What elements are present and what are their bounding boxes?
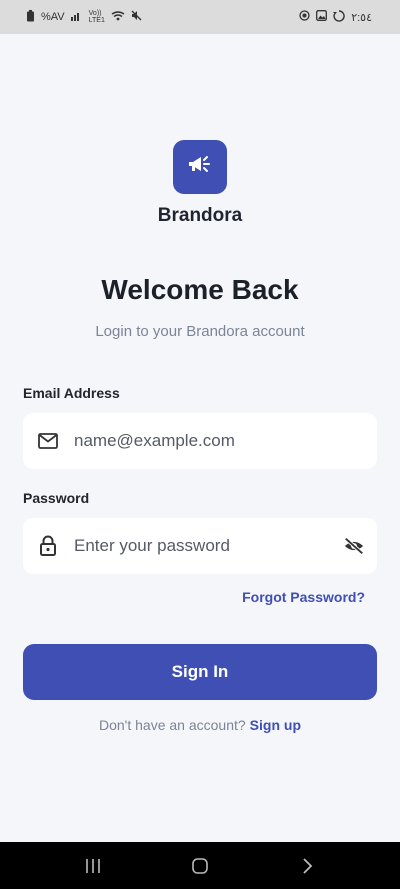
network-type: Vo)) LTE1 (88, 10, 105, 24)
lock-icon (37, 535, 59, 557)
page-title: Welcome Back (101, 274, 299, 305)
password-label: Password (23, 490, 90, 506)
chevron-right-icon (303, 857, 312, 874)
status-bar: %AV Vo)) LTE1 ٢:٥٤ (0, 0, 400, 34)
mute-icon (131, 10, 142, 24)
home-button[interactable] (180, 846, 220, 886)
wifi-icon (111, 10, 125, 24)
login-screen: Brandora Welcome Back Login to your Bran… (0, 34, 400, 842)
sync-icon (333, 9, 345, 25)
app-logo (173, 140, 227, 194)
clock-time: ٢:٥٤ (351, 11, 372, 24)
status-left: %AV Vo)) LTE1 (26, 10, 142, 24)
password-input[interactable] (74, 536, 343, 556)
record-icon (299, 10, 310, 24)
megaphone-icon (186, 153, 214, 182)
email-field[interactable] (23, 413, 377, 469)
forgot-password-link[interactable]: Forgot Password? (242, 589, 365, 605)
email-input[interactable] (74, 431, 365, 451)
sign-up-link[interactable]: Sign up (250, 717, 301, 733)
system-nav-bar (0, 842, 400, 889)
eye-off-icon[interactable] (343, 535, 365, 557)
recent-apps-button[interactable] (73, 846, 113, 886)
battery-percent: %AV (41, 11, 65, 23)
page-subtitle: Login to your Brandora account (95, 323, 305, 340)
status-right: ٢:٥٤ (299, 9, 372, 25)
sign-in-button[interactable]: Sign In (23, 644, 377, 700)
signup-prompt: Don't have an account? (99, 717, 246, 733)
home-icon (192, 857, 208, 874)
gallery-icon (316, 10, 328, 24)
password-field[interactable] (23, 518, 377, 574)
back-button[interactable] (287, 846, 327, 886)
mail-icon (37, 430, 59, 452)
brand-name: Brandora (157, 205, 243, 226)
signup-row: Don't have an account? Sign up (0, 717, 400, 733)
recent-apps-icon (86, 858, 101, 873)
battery-icon (26, 10, 35, 24)
signal-icon (70, 11, 83, 24)
email-label: Email Address (23, 385, 120, 401)
